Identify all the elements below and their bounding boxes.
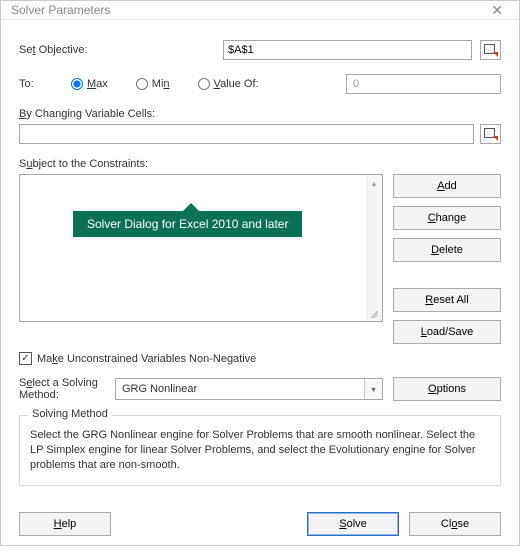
delete-button[interactable]: Delete [393,238,501,262]
valueof-input[interactable] [346,74,501,94]
method-label: Select a Solving Method: [19,377,105,401]
radio-max-input[interactable] [71,78,83,90]
constraint-buttons: Add Change Delete Reset All Load/Save [393,174,501,344]
to-radio-group: Max Min Value Of: [71,78,259,90]
help-button[interactable]: Help [19,512,111,536]
nonneg-checkbox[interactable]: ✓ [19,352,32,365]
radio-valueof[interactable]: Value Of: [198,78,259,90]
constraints-label: Subject to the Constraints: [19,158,501,170]
close-button[interactable]: Close [409,512,501,536]
solving-method-desc: Select the GRG Nonlinear engine for Solv… [30,428,490,473]
change-button[interactable]: Change [393,206,501,230]
tooltip: Solver Dialog for Excel 2010 and later [73,211,302,237]
solving-method-title: Solving Method [28,408,112,420]
dialog-body: Set Objective: To: Max Min Value Of: [1,20,519,552]
radio-min-input[interactable] [136,78,148,90]
changing-cells-label: By Changing Variable Cells: [19,108,501,120]
radio-valueof-input[interactable] [198,78,210,90]
range-picker-icon [484,128,497,140]
load-save-button[interactable]: Load/Save [393,320,501,344]
changing-cells-input[interactable] [19,124,474,144]
range-picker-icon [484,44,497,56]
close-icon[interactable]: ✕ [483,1,511,19]
objective-input[interactable] [223,40,472,60]
radio-min[interactable]: Min [136,78,170,90]
solving-method-box: Solving Method Select the GRG Nonlinear … [19,415,501,486]
method-select[interactable]: GRG Nonlinear ▾ [115,378,383,400]
nonneg-label: Make Unconstrained Variables Non-Negativ… [37,353,256,365]
options-button[interactable]: Options [393,377,501,401]
set-objective-label: Set Objective: [19,44,215,56]
method-select-value: GRG Nonlinear [116,379,364,399]
titlebar: Solver Parameters ✕ [1,1,519,20]
add-button[interactable]: Add [393,174,501,198]
chevron-down-icon[interactable]: ▾ [364,379,382,399]
to-label: To: [19,78,63,90]
solve-button[interactable]: Solve [307,512,399,536]
window-title: Solver Parameters [11,3,110,17]
changing-range-picker[interactable] [480,124,501,144]
solver-dialog: Solver Parameters ✕ Set Objective: To: M… [0,0,520,546]
objective-range-picker[interactable] [480,40,501,60]
scroll-up-icon[interactable]: ▴ [367,176,381,190]
dialog-footer: Help Solve Close [19,512,501,536]
nonneg-checkbox-row[interactable]: ✓ Make Unconstrained Variables Non-Negat… [19,352,501,365]
radio-max[interactable]: Max [71,78,108,90]
reset-all-button[interactable]: Reset All [393,288,501,312]
constraints-listbox[interactable]: ▴ Solver Dialog for Excel 2010 and later [19,174,383,322]
